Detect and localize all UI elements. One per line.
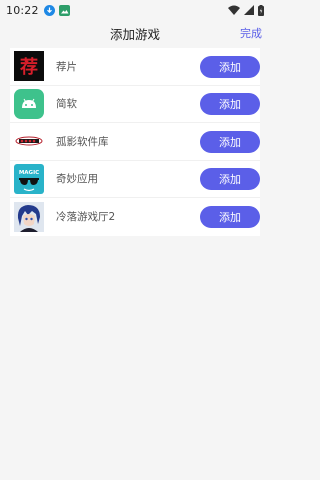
anime-avatar-icon — [14, 201, 44, 232]
svg-text:荐: 荐 — [19, 56, 38, 78]
image-icon — [58, 4, 70, 16]
svg-text:MAGIC: MAGIC — [19, 170, 39, 176]
status-bar: 10:22 — [0, 0, 270, 20]
add-button[interactable]: 添加 — [200, 168, 260, 190]
list-item: MAGIC 奇妙应用 添加 — [10, 161, 260, 198]
list-item: 荐 荐片 添加 — [10, 48, 260, 86]
signal-icon — [244, 5, 254, 15]
guying-logo-icon — [14, 126, 44, 157]
notification-icons — [43, 4, 70, 16]
list-item: 冷落游戏厅2 添加 — [10, 198, 260, 236]
download-icon — [43, 4, 55, 16]
system-icons — [228, 4, 264, 16]
done-button[interactable]: 完成 — [240, 25, 262, 41]
status-time: 10:22 — [6, 3, 39, 17]
jianpian-logo-icon: 荐 — [14, 51, 44, 82]
app-list: 荐 荐片 添加 简软 添加 孤影软件库 添加 MAGIC 奇妙应用 添加 冷落游… — [10, 48, 260, 236]
magic-sunglasses-icon: MAGIC — [14, 163, 44, 194]
header: 添加游戏 完成 — [0, 20, 270, 46]
add-button[interactable]: 添加 — [200, 55, 260, 78]
android-robot-icon — [14, 88, 44, 119]
battery-icon — [258, 4, 264, 16]
wifi-icon — [228, 5, 240, 15]
add-button[interactable]: 添加 — [200, 93, 260, 115]
add-button[interactable]: 添加 — [200, 130, 260, 153]
list-item: 简软 添加 — [10, 86, 260, 123]
page-title: 添加游戏 — [109, 26, 160, 42]
list-item: 孤影软件库 添加 — [10, 123, 260, 161]
add-button[interactable]: 添加 — [200, 205, 260, 228]
